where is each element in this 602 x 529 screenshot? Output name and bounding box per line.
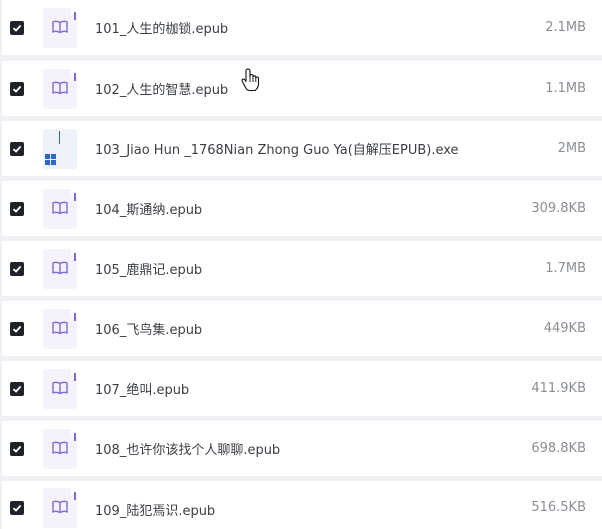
file-size: 449KB (543, 321, 586, 336)
file-size: 309.8KB (531, 201, 586, 216)
checkbox[interactable] (10, 381, 24, 396)
file-row[interactable]: 105_鹿鼎记.epub 1.7MB (2, 241, 602, 296)
checkbox[interactable] (10, 81, 24, 96)
file-name[interactable]: 106_飞鸟集.epub (95, 319, 202, 338)
file-size: 516.5KB (531, 500, 586, 515)
file-name[interactable]: 102_人生的智慧.epub (95, 79, 228, 98)
ebook-icon (43, 428, 77, 469)
file-row[interactable]: 104_斯通纳.epub 309.8KB (2, 181, 602, 236)
file-row[interactable]: 106_飞鸟集.epub 449KB (2, 301, 602, 356)
file-name[interactable]: 101_人生的枷锁.epub (95, 18, 228, 37)
file-row[interactable]: 108_也许你该找个人聊聊.epub 698.8KB (2, 421, 602, 476)
file-size: 2.1MB (545, 20, 586, 35)
file-name[interactable]: 109_陆犯焉识.epub (95, 500, 215, 519)
checkbox[interactable] (10, 501, 24, 515)
checkbox[interactable] (10, 321, 24, 336)
hand-cursor-icon (241, 68, 260, 92)
file-size: 1.1MB (545, 81, 586, 96)
exe-icon (43, 128, 77, 169)
file-name[interactable]: 105_鹿鼎记.epub (95, 259, 202, 278)
checkbox[interactable] (10, 261, 24, 276)
checkbox[interactable] (10, 441, 24, 456)
file-row[interactable]: 107_绝叫.epub 411.9KB (2, 361, 602, 416)
file-name[interactable]: 104_斯通纳.epub (95, 199, 202, 218)
ebook-icon (43, 368, 77, 409)
file-row[interactable]: 102_人生的智慧.epub 1.1MB (2, 61, 602, 116)
file-size: 698.8KB (531, 441, 586, 456)
file-row[interactable]: 103_Jiao Hun _1768Nian Zhong Guo Ya(自解压E… (2, 121, 602, 176)
file-name[interactable]: 108_也许你该找个人聊聊.epub (95, 439, 280, 458)
ebook-icon (43, 248, 77, 289)
file-name[interactable]: 103_Jiao Hun _1768Nian Zhong Guo Ya(自解压E… (95, 139, 459, 158)
ebook-icon (43, 188, 77, 229)
checkbox[interactable] (10, 141, 24, 156)
file-row[interactable]: 101_人生的枷锁.epub 2.1MB (2, 0, 602, 55)
file-size: 1.7MB (545, 261, 586, 276)
file-size: 2MB (557, 141, 586, 156)
ebook-icon (43, 308, 77, 349)
ebook-icon (43, 488, 77, 528)
file-name[interactable]: 107_绝叫.epub (95, 379, 189, 398)
ebook-icon (43, 7, 77, 48)
ebook-icon (43, 68, 77, 109)
checkbox[interactable] (10, 20, 24, 35)
file-row[interactable]: 109_陆犯焉识.epub 516.5KB (2, 481, 602, 529)
file-size: 411.9KB (531, 381, 586, 396)
checkbox[interactable] (10, 201, 24, 216)
